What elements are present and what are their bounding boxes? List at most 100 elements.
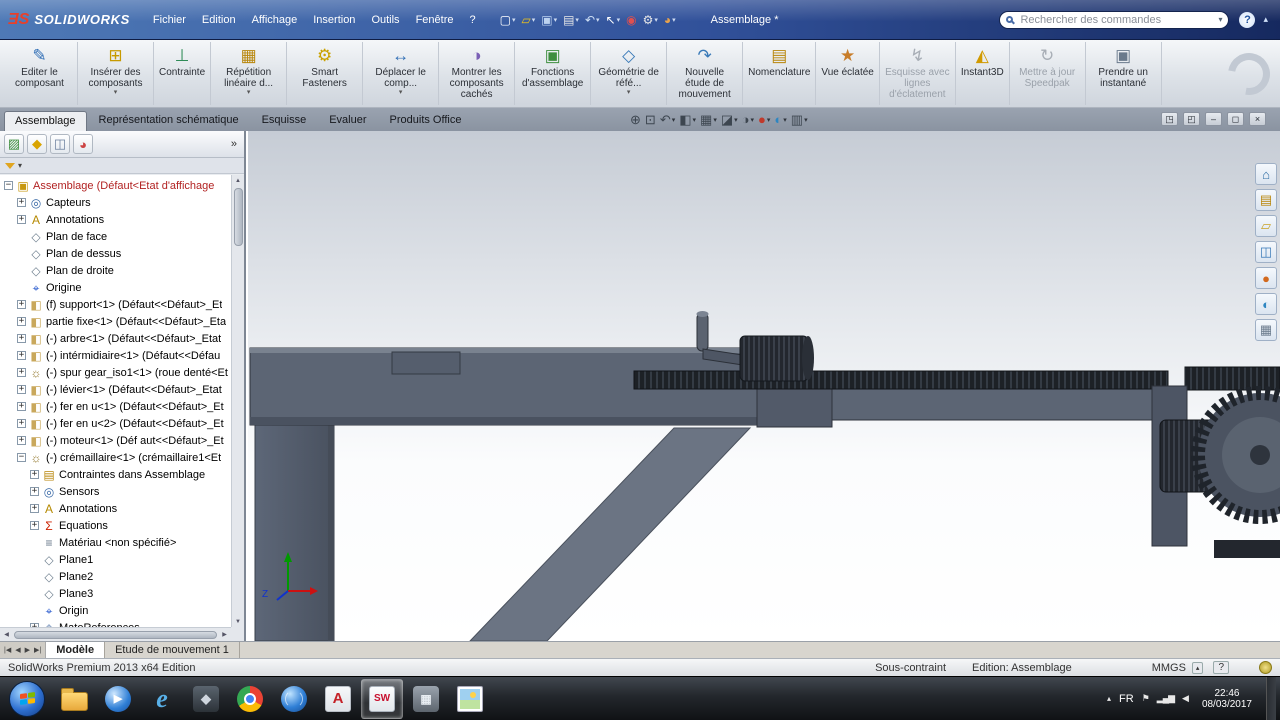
ribbon-button[interactable]: ▦ Répétition linéaire d... ▾ xyxy=(211,42,288,105)
menu-item[interactable]: Edition xyxy=(195,10,243,30)
tab-nav-button[interactable]: ▶ xyxy=(24,646,31,654)
ribbon-button[interactable]: ⊞ Insérer des composants ▾ xyxy=(78,42,154,105)
ribbon-button[interactable]: ↻ Mettre à jour Speedpak ▾ xyxy=(1010,42,1086,105)
ribbon-button[interactable]: ⚙ Smart Fasteners ▾ xyxy=(287,42,364,105)
chevron-down-icon[interactable]: ▾ xyxy=(575,16,579,24)
command-tab[interactable]: Evaluer xyxy=(318,110,377,131)
ribbon-button[interactable]: ◇ Géométrie de réfé... ▾ xyxy=(591,42,668,105)
start-button[interactable] xyxy=(9,680,45,717)
gear-rack[interactable] xyxy=(633,370,1169,390)
custom-properties-icon[interactable]: ▦ xyxy=(1255,319,1277,341)
tray-expand-icon[interactable]: ▴ xyxy=(1107,694,1111,703)
zoom-fit-icon[interactable]: ⊕ ▾ xyxy=(630,112,641,127)
section-view-icon[interactable]: ◧ ▾ xyxy=(679,112,696,127)
adobe-reader-icon[interactable]: A xyxy=(317,679,359,719)
action-center-icon[interactable]: ⚑ xyxy=(1142,693,1150,704)
displaymanager-tab-icon[interactable]: ◕ xyxy=(73,134,93,154)
tree-item[interactable]: ⌖ Origine xyxy=(0,279,231,296)
chevron-down-icon[interactable]: ▾ xyxy=(596,16,600,24)
chevron-down-icon[interactable]: ▾ xyxy=(627,89,631,96)
chevron-down-icon[interactable]: ▾ xyxy=(554,16,558,24)
media-player-icon[interactable]: ▶ xyxy=(97,679,139,719)
file-explorer-icon[interactable]: ▱ xyxy=(1255,215,1277,237)
chevron-down-icon[interactable]: ▾ xyxy=(734,116,738,124)
expander-icon[interactable]: + xyxy=(17,300,26,309)
expander-icon[interactable]: + xyxy=(17,215,26,224)
tree-item[interactable]: ◇ Plane2 xyxy=(0,568,231,585)
tree-item[interactable]: + Σ Equations xyxy=(0,517,231,534)
assembly-3d-view[interactable]: Z xyxy=(248,131,1280,641)
tile-window-icon[interactable]: ◰ xyxy=(1183,112,1200,126)
chevron-down-icon[interactable]: ▾ xyxy=(247,89,251,96)
appearances-icon[interactable]: ● xyxy=(1255,267,1277,289)
ribbon-button[interactable]: ◭ Instant3D ▾ xyxy=(956,42,1010,105)
ribbon-button[interactable]: ↯ Esquisse avec lignes d'éclatement ▾ xyxy=(880,42,956,105)
tab-nav-button[interactable]: ◀ xyxy=(14,646,21,654)
ribbon-button[interactable]: ▤ Nomenclature ▾ xyxy=(743,42,817,105)
help-icon[interactable]: ? xyxy=(1239,11,1256,28)
menu-item[interactable]: Fenêtre xyxy=(409,10,461,30)
expander-icon[interactable]: + xyxy=(30,521,39,530)
tree-item[interactable]: ◇ Plan de droite xyxy=(0,262,231,279)
tree-item[interactable]: + ☼ (-) spur gear_iso1<1> (roue denté<Et xyxy=(0,364,231,381)
expander-icon[interactable]: + xyxy=(17,368,26,377)
previous-view-icon[interactable]: ↶ ▾ xyxy=(660,112,676,127)
tree-item[interactable]: + ◧ (-) fer en u<1> (Défaut<<Défaut>_Et xyxy=(0,398,231,415)
menu-item[interactable]: Insertion xyxy=(306,10,362,30)
expander-icon[interactable]: + xyxy=(30,470,39,479)
chevron-down-icon[interactable]: ▾ xyxy=(751,116,755,124)
undo-icon[interactable]: ↶ ▾ xyxy=(582,12,603,28)
new-document-icon[interactable]: ▢ ▾ xyxy=(497,12,519,28)
utility-icon[interactable]: ▦ xyxy=(405,679,447,719)
clock[interactable]: 22:46 08/03/2017 xyxy=(1196,688,1258,710)
tree-item[interactable]: + ◧ partie fixe<1> (Défaut<<Défaut>_Eta xyxy=(0,313,231,330)
ribbon-button[interactable]: ▣ Prendre un instantané ▾ xyxy=(1086,42,1162,105)
resources-icon[interactable]: ⌂ xyxy=(1255,163,1277,185)
solidworks-icon[interactable]: SW xyxy=(361,678,403,719)
chevron-down-icon[interactable]: ▾ xyxy=(532,16,536,24)
expander-icon[interactable]: + xyxy=(30,504,39,513)
chevron-down-icon[interactable]: ▾ xyxy=(399,89,403,96)
menu-item[interactable]: Outils xyxy=(364,10,406,30)
chevron-down-icon[interactable]: ▾ xyxy=(804,116,808,124)
print-icon[interactable]: ▤ ▾ xyxy=(560,12,582,28)
menu-item[interactable]: Fichier xyxy=(146,10,193,30)
command-tab[interactable]: Esquisse xyxy=(251,110,318,131)
view-palette-icon[interactable]: ◫ xyxy=(1255,241,1277,263)
display-style-icon[interactable]: ◪ ▾ xyxy=(721,112,738,127)
expander-icon[interactable]: + xyxy=(17,317,26,326)
rebuild-icon[interactable]: ◉ ▾ xyxy=(623,12,639,28)
ribbon-button[interactable]: ✎ Editer le composant ▾ xyxy=(2,42,78,105)
chevron-down-icon[interactable]: ▾ xyxy=(672,116,676,124)
tree-item[interactable]: + ◎ Sensors xyxy=(0,483,231,500)
tree-item[interactable]: − ☼ (-) crémaillaire<1> (crémaillaire1<E… xyxy=(0,449,231,466)
ribbon-button[interactable]: ◑ Montrer les composants cachés ▾ xyxy=(439,42,516,105)
minimize-window-icon[interactable]: – xyxy=(1205,112,1222,126)
chevron-down-icon[interactable]: ▾ xyxy=(713,116,717,124)
expander-icon[interactable]: + xyxy=(17,351,26,360)
propertymanager-tab-icon[interactable]: ◆ xyxy=(27,134,47,154)
scrollbar-thumb[interactable] xyxy=(14,630,217,639)
command-tab[interactable]: Produits Office xyxy=(379,110,473,131)
featuremanager-tab-icon[interactable]: ▨ xyxy=(4,134,24,154)
explorer-icon[interactable] xyxy=(53,679,95,719)
scrollbar-thumb[interactable] xyxy=(233,188,243,246)
collapse-chevron-icon[interactable]: ▴ xyxy=(1263,14,1268,25)
model-tab[interactable]: Modèle xyxy=(46,642,106,658)
design-library-icon[interactable]: ▤ xyxy=(1255,189,1277,211)
internet-explorer-icon[interactable]: e xyxy=(141,679,183,719)
expander-icon[interactable]: + xyxy=(17,198,26,207)
expander-icon[interactable]: + xyxy=(17,334,26,343)
tab-nav-button[interactable]: |◀ xyxy=(3,646,12,654)
expander-icon[interactable]: + xyxy=(17,402,26,411)
support-column[interactable] xyxy=(254,424,335,641)
view-settings-icon[interactable]: ▥ ▾ xyxy=(791,112,808,127)
tree-item[interactable]: + A Annotations xyxy=(0,500,231,517)
save-icon[interactable]: ▣ ▾ xyxy=(538,12,560,28)
menu-item[interactable]: ? xyxy=(462,10,482,30)
chevron-down-icon[interactable]: ▾ xyxy=(512,16,516,24)
scroll-left-icon[interactable]: ◀ xyxy=(1,631,12,638)
tree-item[interactable]: ◇ Plan de dessus xyxy=(0,245,231,262)
command-search[interactable]: ▾ xyxy=(999,10,1230,29)
tree-item[interactable]: ≡ Matériau <non spécifié> xyxy=(0,534,231,551)
